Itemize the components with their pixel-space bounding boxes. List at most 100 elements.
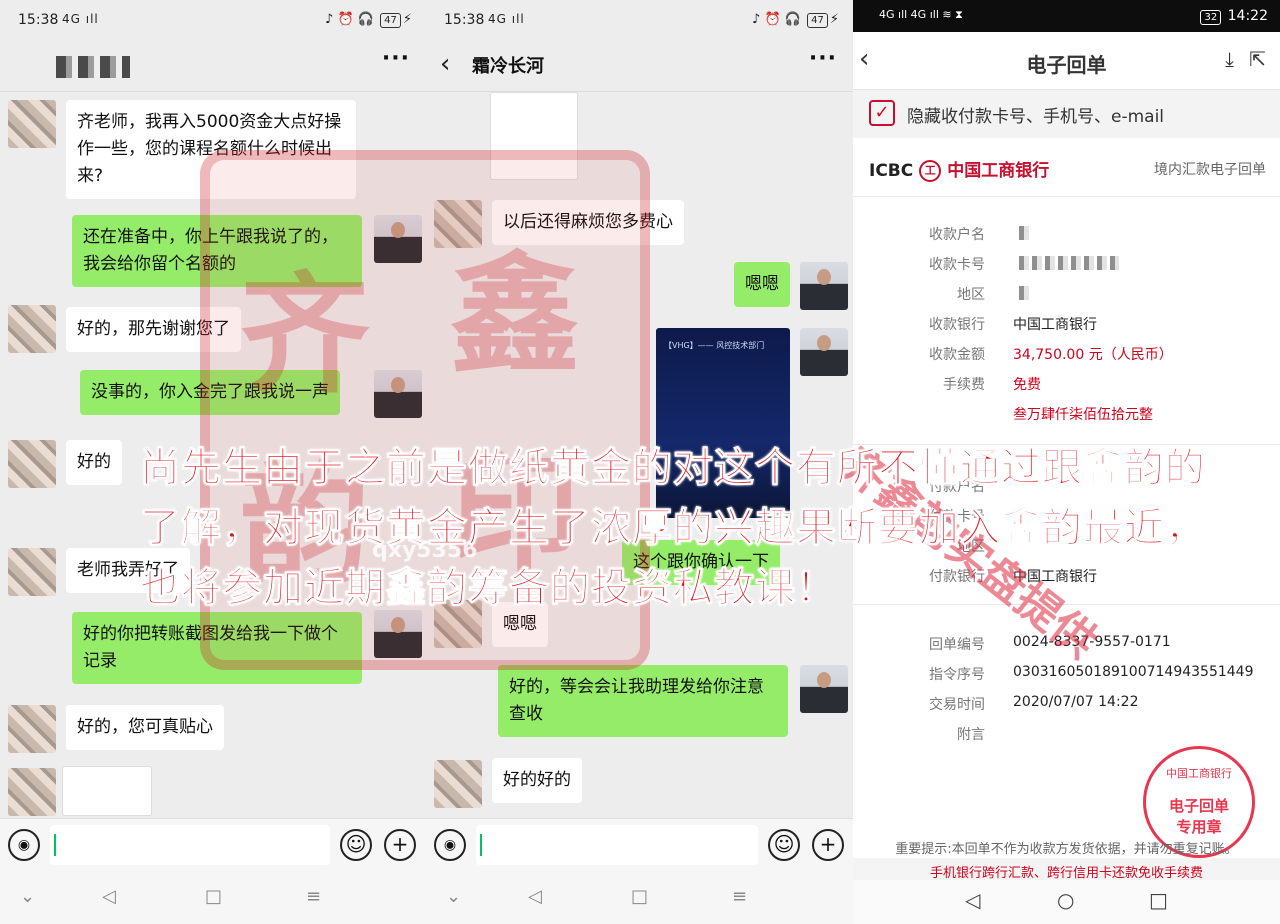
stamp-top: 中国工商银行 bbox=[1166, 767, 1232, 780]
nav-back-icon[interactable]: ◁ bbox=[528, 886, 542, 907]
plus-icon[interactable]: + bbox=[384, 829, 416, 861]
contact-name-blurred bbox=[56, 56, 130, 78]
contact-avatar[interactable] bbox=[434, 200, 482, 248]
field-label: 收款银行 bbox=[929, 317, 985, 333]
my-avatar[interactable] bbox=[374, 370, 422, 418]
blurred-value bbox=[1019, 286, 1029, 300]
share-icon[interactable]: ⇱ bbox=[1249, 47, 1266, 71]
field-label: 手续费 bbox=[943, 377, 985, 393]
receipt-type: 境内汇款电子回单 bbox=[1154, 162, 1266, 178]
back-icon[interactable]: ‹ bbox=[440, 49, 450, 79]
status-time: 15:38 bbox=[18, 12, 59, 28]
field-value: 0024-8337-9557-0171 bbox=[1013, 634, 1171, 650]
status-time: 14:22 bbox=[1227, 8, 1268, 24]
status-bar: 15:38 4G ıll ♪ ⏰ 🎧 47 ⚡ bbox=[0, 0, 426, 40]
field-label: 收款户名 bbox=[929, 227, 985, 243]
message-bubble: 嗯嗯 bbox=[734, 262, 790, 307]
system-nav-bar: ⌄ ◁ □ ≡ bbox=[0, 872, 426, 924]
field-label: 回单编号 bbox=[929, 637, 985, 653]
field-label: 收款卡号 bbox=[929, 257, 985, 273]
contact-avatar[interactable] bbox=[8, 548, 56, 596]
promo-text: 手机银行跨行汇款、跨行信用卡还款免收手续费 bbox=[929, 866, 1203, 881]
field-label: 交易时间 bbox=[929, 697, 985, 713]
my-avatar[interactable] bbox=[800, 262, 848, 310]
signal-icon: 4G ıll bbox=[488, 12, 525, 26]
my-avatar[interactable] bbox=[374, 215, 422, 263]
message-bubble: 好的好的 bbox=[492, 758, 582, 803]
message-bubble: 好的，您可真贴心 bbox=[66, 705, 224, 750]
status-bar: 4G ıll 4G ıll ≋ ⧗ 32 14:22 bbox=[853, 0, 1280, 32]
contact-avatar[interactable] bbox=[8, 768, 56, 816]
poster-text: 【VHG】—— 风控技术部门 bbox=[664, 341, 765, 350]
image-thumbnail[interactable] bbox=[490, 92, 578, 180]
receipt-header: ‹ 电子回单 ⤓ ⇱ bbox=[853, 32, 1280, 90]
emoji-icon[interactable]: ☺ bbox=[340, 829, 372, 861]
contact-avatar[interactable] bbox=[8, 705, 56, 753]
nav-back-icon[interactable]: ◁ bbox=[965, 888, 980, 912]
status-right: 32 14:22 bbox=[1198, 8, 1268, 25]
message-bubble: 齐老师，我再入5000资金大点好操作一些，您的课程名额什么时候出来? bbox=[66, 100, 356, 199]
status-time: 15:38 bbox=[444, 12, 485, 28]
field-value: 0303160501891007149435514​49 bbox=[1013, 664, 1254, 680]
amount-value: 34,750.00 元（人民币） bbox=[1013, 347, 1173, 363]
nav-home-icon[interactable]: ○ bbox=[1057, 888, 1074, 912]
battery-icon: 47 bbox=[807, 13, 828, 28]
message-bubble: 好的你把转账截图发给我一下做个记录 bbox=[72, 612, 362, 684]
checkbox-icon[interactable]: ✓ bbox=[869, 100, 895, 126]
nav-back-icon[interactable]: ◁ bbox=[102, 886, 116, 907]
field-value: 中国工商银行 bbox=[1013, 317, 1097, 333]
message-bubble: 好的，等会会让我助理发给你注意查收 bbox=[498, 665, 788, 737]
system-nav-bar: ⌄ ◁ □ ≡ bbox=[426, 872, 853, 924]
fee-value: 免费 bbox=[1013, 377, 1041, 393]
bank-en: ICBC bbox=[869, 161, 914, 181]
stamp-mid: 电子回单 bbox=[1168, 797, 1229, 815]
contact-avatar[interactable] bbox=[8, 100, 56, 148]
image-thumbnail[interactable] bbox=[62, 766, 152, 816]
field-value: 2020/07/07 14:22 bbox=[1013, 694, 1139, 710]
receipt-title: 电子回单 bbox=[1026, 53, 1107, 77]
nav-recent-icon[interactable]: □ bbox=[1149, 888, 1168, 912]
bank-brand: ICBC 工中国工商银行 bbox=[869, 156, 1049, 182]
nav-down-icon[interactable]: ⌄ bbox=[446, 886, 461, 907]
more-icon[interactable]: ··· bbox=[809, 46, 837, 71]
my-avatar[interactable] bbox=[800, 328, 848, 376]
message-input[interactable] bbox=[50, 825, 330, 865]
message-bubble: 以后还得麻烦您多费心 bbox=[492, 200, 684, 245]
nav-menu-icon[interactable]: ≡ bbox=[306, 886, 321, 907]
nav-home-icon[interactable]: □ bbox=[205, 886, 222, 907]
chat-header: ··· bbox=[0, 40, 426, 92]
message-input[interactable] bbox=[476, 825, 758, 865]
voice-icon[interactable]: ◉ bbox=[8, 829, 40, 861]
field-label: 地区 bbox=[957, 287, 985, 303]
status-icons: ♪ ⏰ 🎧 47 ⚡ bbox=[325, 12, 412, 28]
icbc-logo-icon: 工 bbox=[919, 160, 942, 182]
more-icon[interactable]: ··· bbox=[382, 46, 410, 71]
message-bubble: 没事的，你入金完了跟我说一声 bbox=[80, 370, 340, 415]
nav-down-icon[interactable]: ⌄ bbox=[20, 886, 35, 907]
contact-avatar[interactable] bbox=[8, 305, 56, 353]
voice-icon[interactable]: ◉ bbox=[434, 829, 466, 861]
contact-avatar[interactable] bbox=[434, 760, 482, 808]
hide-info-row[interactable]: ✓ 隐藏收付款卡号、手机号、e-mail bbox=[853, 90, 1280, 136]
signal-icon: 4G ıll 4G ıll ≋ ⧗ bbox=[879, 8, 963, 21]
download-icon[interactable]: ⤓ bbox=[1225, 47, 1234, 71]
chat-header: ‹ 霜冷长河 ··· bbox=[426, 40, 853, 92]
plus-icon[interactable]: + bbox=[812, 829, 844, 861]
status-bar: 15:38 4G ıll ♪ ⏰ 🎧 47 ⚡ bbox=[426, 0, 853, 40]
stamp-bottom: 专用章 bbox=[1176, 818, 1222, 836]
status-icons: ♪ ⏰ 🎧 47 ⚡ bbox=[752, 12, 839, 28]
field-label: 附言 bbox=[957, 727, 985, 743]
field-label: 指令序号 bbox=[929, 667, 985, 683]
input-bar: ◉ ☺ + bbox=[426, 818, 853, 872]
field-label: 收款金额 bbox=[929, 347, 985, 363]
blurred-value bbox=[1019, 256, 1119, 270]
hide-info-label: 隐藏收付款卡号、手机号、e-mail bbox=[907, 107, 1165, 127]
emoji-icon[interactable]: ☺ bbox=[768, 829, 800, 861]
nav-home-icon[interactable]: □ bbox=[631, 886, 648, 907]
my-avatar[interactable] bbox=[800, 665, 848, 713]
battery-icon: 32 bbox=[1200, 10, 1222, 25]
nav-menu-icon[interactable]: ≡ bbox=[732, 886, 747, 907]
input-bar: ◉ ☺ + bbox=[0, 818, 426, 872]
notice-text: 重要提示:本回单不作为收款方发货依据，并请勿重复记账。 bbox=[895, 842, 1238, 857]
contact-avatar[interactable] bbox=[8, 440, 56, 488]
